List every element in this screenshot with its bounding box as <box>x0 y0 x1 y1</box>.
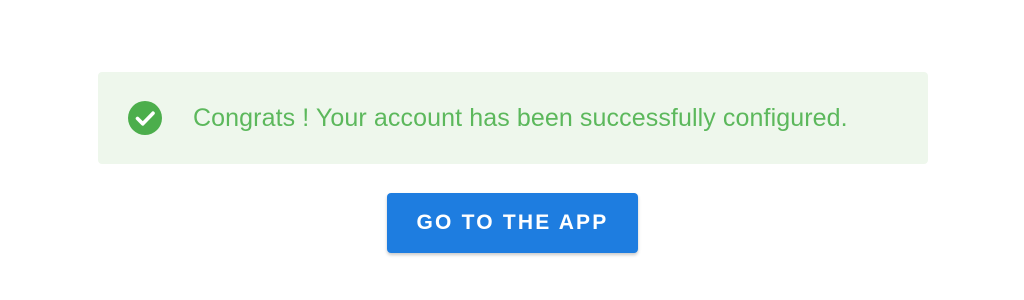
alert-message: Congrats ! Your account has been success… <box>193 103 848 132</box>
go-to-app-button[interactable]: GO TO THE APP <box>387 193 638 253</box>
success-alert: Congrats ! Your account has been success… <box>98 72 928 164</box>
page: Congrats ! Your account has been success… <box>0 0 1024 300</box>
check-circle-icon <box>128 101 162 135</box>
